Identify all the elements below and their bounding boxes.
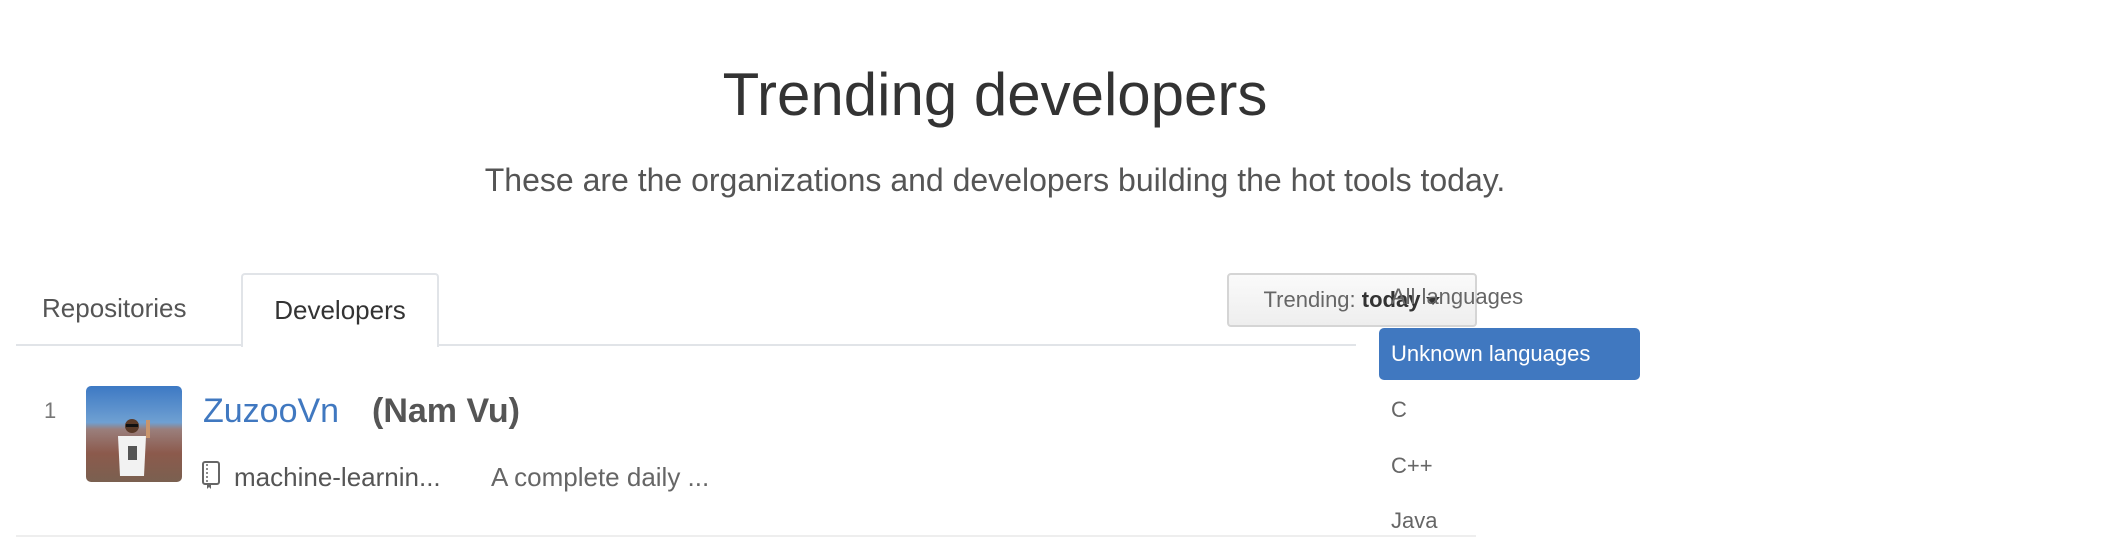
language-item-all[interactable]: All languages <box>1379 271 1640 323</box>
row-divider <box>16 535 1476 537</box>
avatar[interactable] <box>86 386 182 482</box>
developer-full-name: (Nam Vu) <box>372 392 520 430</box>
tab-divider <box>16 344 1356 346</box>
tab-developers[interactable]: Developers <box>241 273 439 347</box>
trending-label: Trending: <box>1263 287 1356 312</box>
page-title: Trending developers <box>722 61 1268 128</box>
language-item-java[interactable]: Java <box>1379 495 1640 547</box>
language-item-unknown[interactable]: Unknown languages <box>1379 328 1640 380</box>
person-figure <box>118 419 150 476</box>
language-item-cpp[interactable]: C++ <box>1379 440 1640 492</box>
developer-rank: 1 <box>44 398 57 423</box>
repo-description: A complete daily ... <box>491 462 710 492</box>
language-item-c[interactable]: C <box>1379 384 1640 436</box>
tab-repositories[interactable]: Repositories <box>16 273 213 345</box>
book-icon <box>202 461 220 489</box>
repo-link[interactable]: machine-learnin... <box>234 462 441 493</box>
page-subtitle: These are the organizations and develope… <box>484 162 1506 198</box>
developer-login-link[interactable]: ZuzooVn <box>203 392 339 431</box>
